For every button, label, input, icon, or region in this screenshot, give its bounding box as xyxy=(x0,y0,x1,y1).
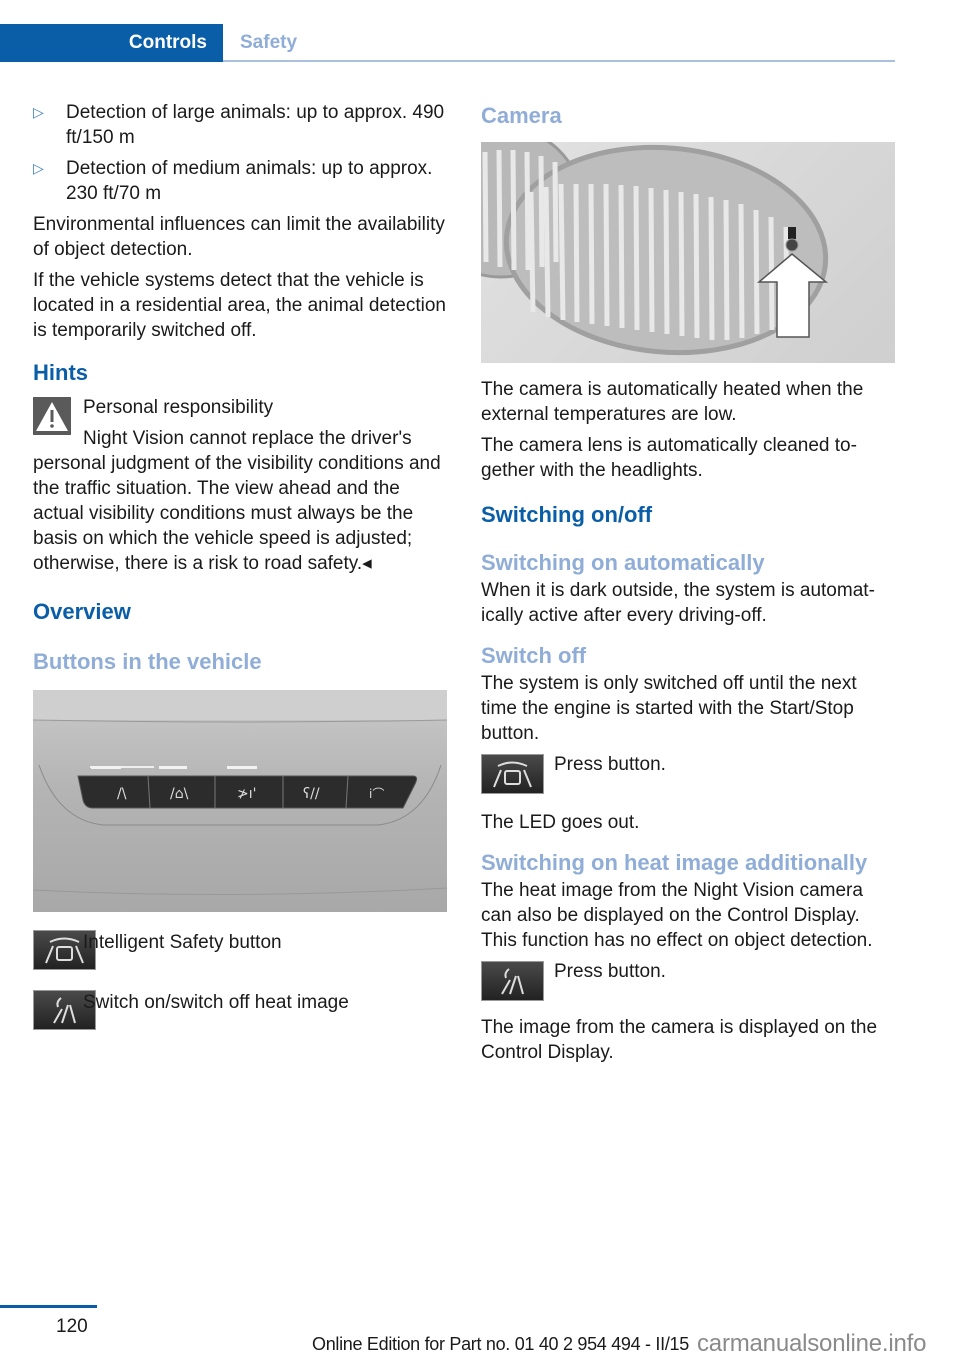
button-panel-figure: /\ /⌂\ ≯ı' ʕ// ⅰ⌒ xyxy=(33,690,447,912)
footer-divider xyxy=(0,1305,97,1308)
paragraph: Environmental influences can limit the a… xyxy=(33,214,445,260)
svg-text:≯ı': ≯ı' xyxy=(237,786,256,802)
subsection-heading-heat-image: Switching on heat image additionally xyxy=(481,850,868,875)
svg-text:ⅰ⌒: ⅰ⌒ xyxy=(369,787,384,801)
paragraph: The camera lens is automatically cleaned… xyxy=(481,435,857,481)
subsection-heading-auto: Switching on automatically xyxy=(481,550,765,575)
subsection-heading-buttons: Buttons in the vehicle xyxy=(33,649,262,674)
page-number: 120 xyxy=(56,1316,88,1337)
heat-image-icon xyxy=(481,961,544,1001)
watermark: carmanualsonline.info xyxy=(697,1330,927,1357)
warning-body: Night Vision cannot replace the driver's… xyxy=(33,428,441,574)
paragraph: If the vehicle systems detect that the v… xyxy=(33,270,446,341)
intelligent-safety-icon xyxy=(481,754,544,794)
edition-text: Online Edition for Part no. 01 40 2 954 … xyxy=(312,1334,689,1354)
section-heading-overview: Overview xyxy=(33,599,131,624)
list-item: ▷ Detection of large animals: up to appr… xyxy=(33,100,447,150)
list-item-text: Detection of medium animals: up to ap­pr… xyxy=(66,158,433,204)
list-item: ▷ Detection of medium animals: up to ap­… xyxy=(33,156,447,206)
warning-title: Personal responsibility xyxy=(83,397,274,418)
svg-text:ʕ//: ʕ// xyxy=(303,786,320,802)
legend-label: Switch on/switch off heat image xyxy=(83,992,349,1013)
instruction-step: Press button. xyxy=(481,959,895,1015)
subsection-heading-switch-off: Switch off xyxy=(481,643,587,668)
camera-figure xyxy=(481,142,895,363)
page-header: Controls Safety xyxy=(0,24,895,62)
instruction-step: Press button. xyxy=(481,752,895,810)
paragraph: When it is dark outside, the system is a… xyxy=(481,580,875,626)
section-heading-switching: Switching on/off xyxy=(481,502,653,527)
warning-triangle-icon xyxy=(33,397,71,435)
chapter-tab-safety[interactable]: Safety xyxy=(240,24,297,60)
right-column: Camera The camera is automatically heate… xyxy=(481,102,895,1071)
list-item-text: Detection of large animals: up to approx… xyxy=(66,102,445,148)
svg-text:/\: /\ xyxy=(117,786,127,802)
legend-label: Intelligent Safety button xyxy=(83,932,282,953)
instruction-text: Press button. xyxy=(554,754,666,775)
warning-block: Personal responsibility Night Vision can… xyxy=(33,395,447,576)
section-heading-camera: Camera xyxy=(481,103,562,128)
header-divider xyxy=(223,60,895,62)
section-heading-hints: Hints xyxy=(33,360,88,385)
bullet-triangle-icon: ▷ xyxy=(33,104,44,120)
svg-text:/⌂\: /⌂\ xyxy=(170,786,189,802)
legend-item: Intelligent Safety button xyxy=(33,930,447,990)
left-column: ▷ Detection of large animals: up to appr… xyxy=(33,100,447,1050)
bullet-triangle-icon: ▷ xyxy=(33,160,44,176)
paragraph: The system is only switched off until th… xyxy=(481,673,857,744)
legend-item: Switch on/switch off heat image xyxy=(33,990,447,1050)
paragraph: The camera is automatically heated when … xyxy=(481,379,864,425)
paragraph: The LED goes out. xyxy=(481,812,640,833)
chapter-tab-controls[interactable]: Controls xyxy=(0,24,223,62)
paragraph: The heat image from the Night Vision cam… xyxy=(481,880,873,951)
instruction-text: Press button. xyxy=(554,961,666,982)
paragraph: The image from the camera is displayed o… xyxy=(481,1017,878,1063)
